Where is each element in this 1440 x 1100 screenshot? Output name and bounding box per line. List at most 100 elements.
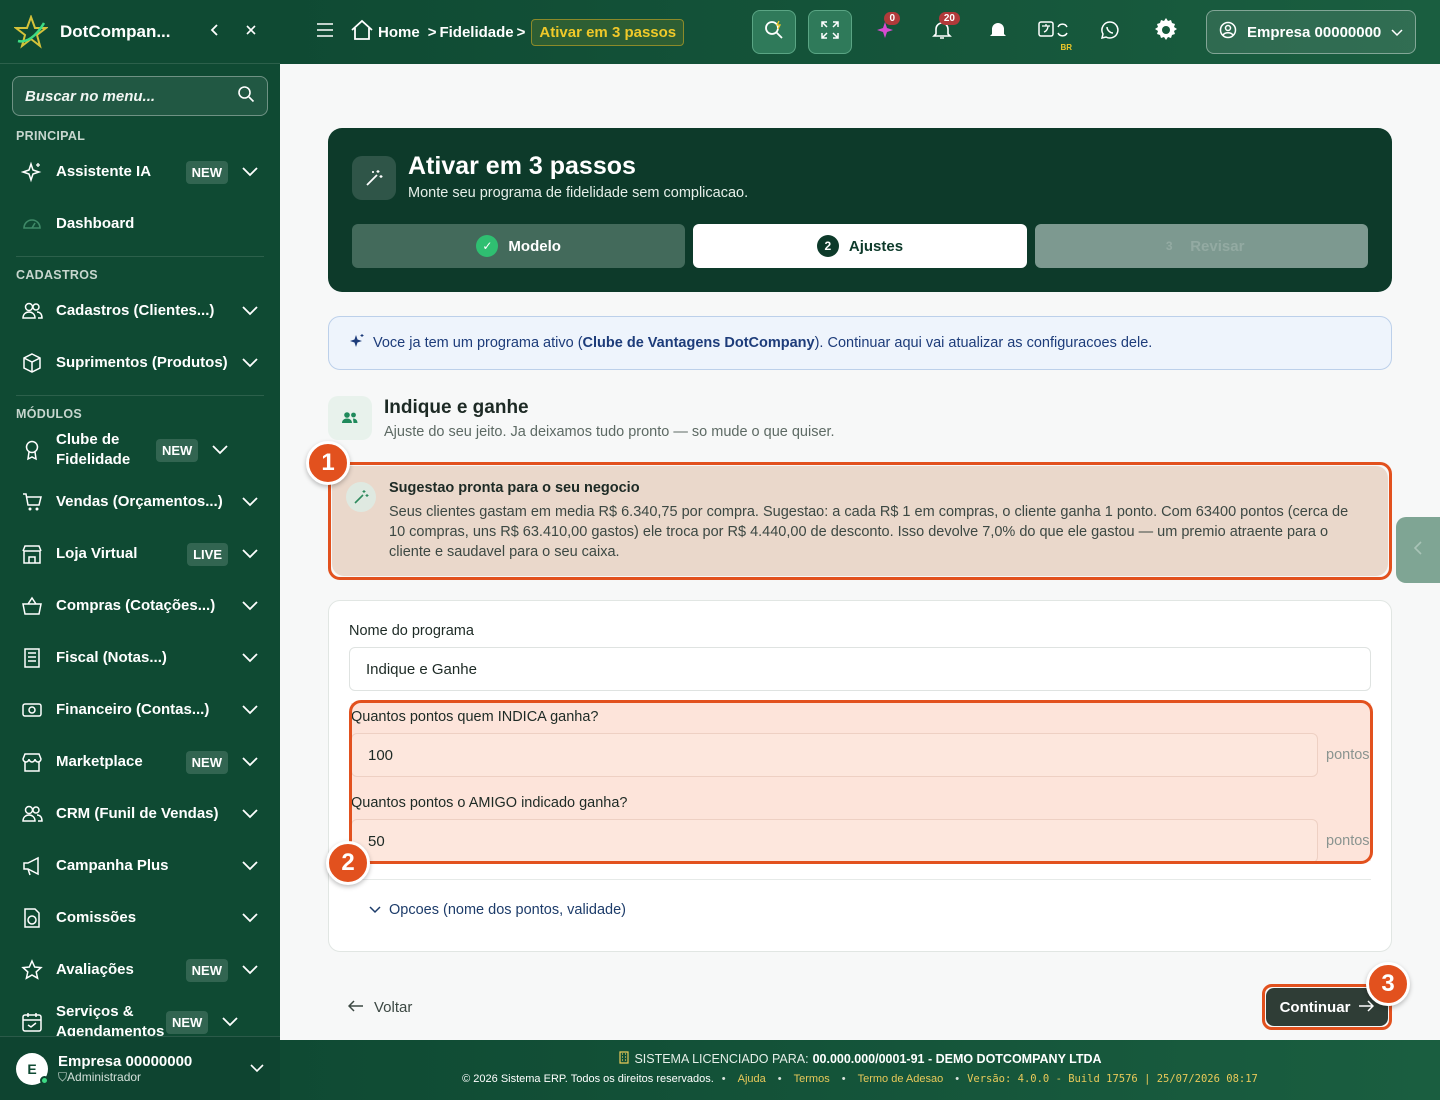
- sidebar-item-loja-virtual[interactable]: Loja Virtual LIVE: [0, 528, 280, 580]
- company-selector[interactable]: Empresa 00000000: [1206, 10, 1416, 54]
- wizard-steps: ✓ Modelo 2 Ajustes 3 Revisar: [352, 224, 1368, 268]
- sidebar-item-dashboard[interactable]: Dashboard: [0, 198, 280, 250]
- notifications-button[interactable]: 20: [920, 10, 964, 54]
- sidebar-item-label: Loja Virtual: [56, 545, 138, 562]
- chevron-down-icon[interactable]: [250, 1060, 264, 1078]
- referrer-points-input[interactable]: [351, 733, 1318, 777]
- sidebar-search: [12, 76, 268, 116]
- chevron-down-icon: [369, 902, 381, 918]
- sidebar-item-assistente-ia[interactable]: Assistente IA NEW: [0, 146, 280, 198]
- chevron-down-icon: [220, 1017, 240, 1027]
- side-panel-toggle[interactable]: [1396, 517, 1440, 583]
- step-ajustes[interactable]: 2 Ajustes: [693, 224, 1027, 268]
- suggestion-card: Sugestao pronta para o seu negocio Seus …: [332, 466, 1388, 576]
- basket-icon: [20, 594, 44, 618]
- user-role-label: Administrador: [67, 1069, 142, 1084]
- sidebar-item-label: Comissões: [56, 909, 137, 926]
- sidebar-user[interactable]: E Empresa 00000000 ⛉Administrador: [0, 1036, 280, 1100]
- global-search-button[interactable]: [752, 10, 796, 54]
- copyright-text: © 2026 Sistema ERP. Todos os direitos re…: [462, 1073, 714, 1085]
- chevron-down-icon: [240, 809, 260, 819]
- sidebar-item-crm[interactable]: CRM (Funil de Vendas): [0, 788, 280, 840]
- settings-button[interactable]: [1144, 10, 1188, 54]
- sidebar-item-label: Financeiro (Contas...): [56, 701, 210, 718]
- step-revisar: 3 Revisar: [1034, 224, 1368, 268]
- home-icon[interactable]: [350, 19, 374, 45]
- step-marker-3: 3: [1366, 962, 1410, 1006]
- form-divider: [349, 879, 1371, 880]
- close-sidebar-icon[interactable]: [236, 21, 266, 42]
- megaphone-icon: [20, 854, 44, 878]
- avatar-initial: E: [27, 1060, 37, 1077]
- sidebar-item-campanha-plus[interactable]: Campanha Plus: [0, 840, 280, 892]
- sidebar-item-clube-fidelidade[interactable]: Clube de Fidelidade NEW: [0, 424, 280, 476]
- chevron-down-icon: [240, 601, 260, 611]
- program-name-input[interactable]: [349, 647, 1371, 691]
- gear-icon: [1153, 17, 1179, 48]
- sidebar-item-compras[interactable]: Compras (Cotações...): [0, 580, 280, 632]
- sidebar-item-vendas[interactable]: Vendas (Orçamentos...): [0, 476, 280, 528]
- menu-toggle-icon[interactable]: [316, 22, 334, 42]
- whatsapp-button[interactable]: [1088, 10, 1132, 54]
- step-label: Ajustes: [848, 237, 904, 255]
- language-button[interactable]: BR: [1032, 10, 1076, 54]
- footer-link-termos[interactable]: Termos: [794, 1073, 830, 1085]
- cash-icon: [20, 698, 44, 722]
- translate-icon: [1038, 19, 1070, 46]
- new-badge: NEW: [185, 958, 228, 982]
- options-toggle[interactable]: Opcoes (nome dos pontos, validade): [369, 902, 626, 918]
- breadcrumb-home[interactable]: Home: [378, 24, 420, 41]
- sidebar-item-suprimentos[interactable]: Suprimentos (Produtos): [0, 337, 280, 389]
- ai-notifications-button[interactable]: 0: [864, 10, 908, 54]
- breadcrumb-separator: >: [427, 23, 437, 41]
- footer-link-termo-adesao[interactable]: Termo de Adesao: [858, 1073, 944, 1085]
- alerts-button[interactable]: [976, 10, 1020, 54]
- sidebar-item-label: Dashboard: [56, 215, 135, 232]
- search-icon[interactable]: [237, 85, 255, 108]
- step-modelo[interactable]: ✓ Modelo: [352, 224, 686, 268]
- cart-icon: [20, 490, 44, 514]
- bullet-separator: •: [777, 1073, 782, 1085]
- users-icon: [328, 396, 372, 440]
- user-circle-icon: [1219, 21, 1237, 43]
- footer-link-ajuda[interactable]: Ajuda: [738, 1073, 766, 1085]
- breadcrumb-separator: >: [516, 23, 526, 41]
- section-title: Indique e ganhe: [384, 397, 529, 418]
- sidebar-item-avaliacoes[interactable]: Avaliações NEW: [0, 944, 280, 996]
- step-marker-1: 1: [306, 441, 350, 485]
- sidebar-item-label: Marketplace: [56, 753, 143, 770]
- sparkle-icon: [20, 160, 44, 184]
- notification-count: 20: [938, 12, 960, 25]
- back-button[interactable]: Voltar: [347, 999, 413, 1016]
- avatar: E: [16, 1052, 49, 1085]
- gauge-icon: [20, 212, 44, 236]
- section-cadastros: CADASTROS: [16, 268, 98, 282]
- fullscreen-button[interactable]: [808, 10, 852, 54]
- new-badge: NEW: [185, 750, 228, 774]
- sidebar-item-cadastros[interactable]: Cadastros (Clientes...): [0, 285, 280, 337]
- app-root: DotCompan... PRINCIPAL Assistente IA NEW…: [0, 0, 1440, 1100]
- brand-name: DotCompan...: [60, 21, 171, 41]
- sidebar-search-input[interactable]: [25, 87, 237, 105]
- breadcrumb-fidelidade[interactable]: Fidelidade: [439, 24, 513, 41]
- brand-star-logo-icon: [14, 14, 48, 49]
- back-button-label: Voltar: [374, 999, 413, 1016]
- page-title: Ativar em 3 passos: [408, 152, 636, 180]
- sidebar-item-financeiro[interactable]: Financeiro (Contas...): [0, 684, 280, 736]
- step-marker-2: 2: [326, 841, 370, 885]
- new-badge: NEW: [185, 160, 228, 184]
- flag-label: BR: [1060, 43, 1072, 52]
- sidebar-item-label: Campanha Plus: [56, 857, 169, 874]
- arrow-right-icon: [1358, 999, 1375, 1016]
- collapse-sidebar-chevron-icon[interactable]: [200, 21, 230, 42]
- sidebar-item-comissoes[interactable]: Comissões: [0, 892, 280, 944]
- sidebar-item-marketplace[interactable]: Marketplace NEW: [0, 736, 280, 788]
- wizard-hero: Ativar em 3 passos Monte seu programa de…: [328, 128, 1392, 292]
- chevron-down-icon: [240, 913, 260, 923]
- sidebar-item-fiscal[interactable]: Fiscal (Notas...): [0, 632, 280, 684]
- whatsapp-icon: [1100, 20, 1120, 45]
- friend-points-input[interactable]: [351, 819, 1318, 863]
- page-subtitle: Monte seu programa de fidelidade sem com…: [408, 185, 749, 201]
- check-circle-icon: ✓: [476, 235, 499, 257]
- breadcrumb-current: Ativar em 3 passos: [531, 18, 685, 46]
